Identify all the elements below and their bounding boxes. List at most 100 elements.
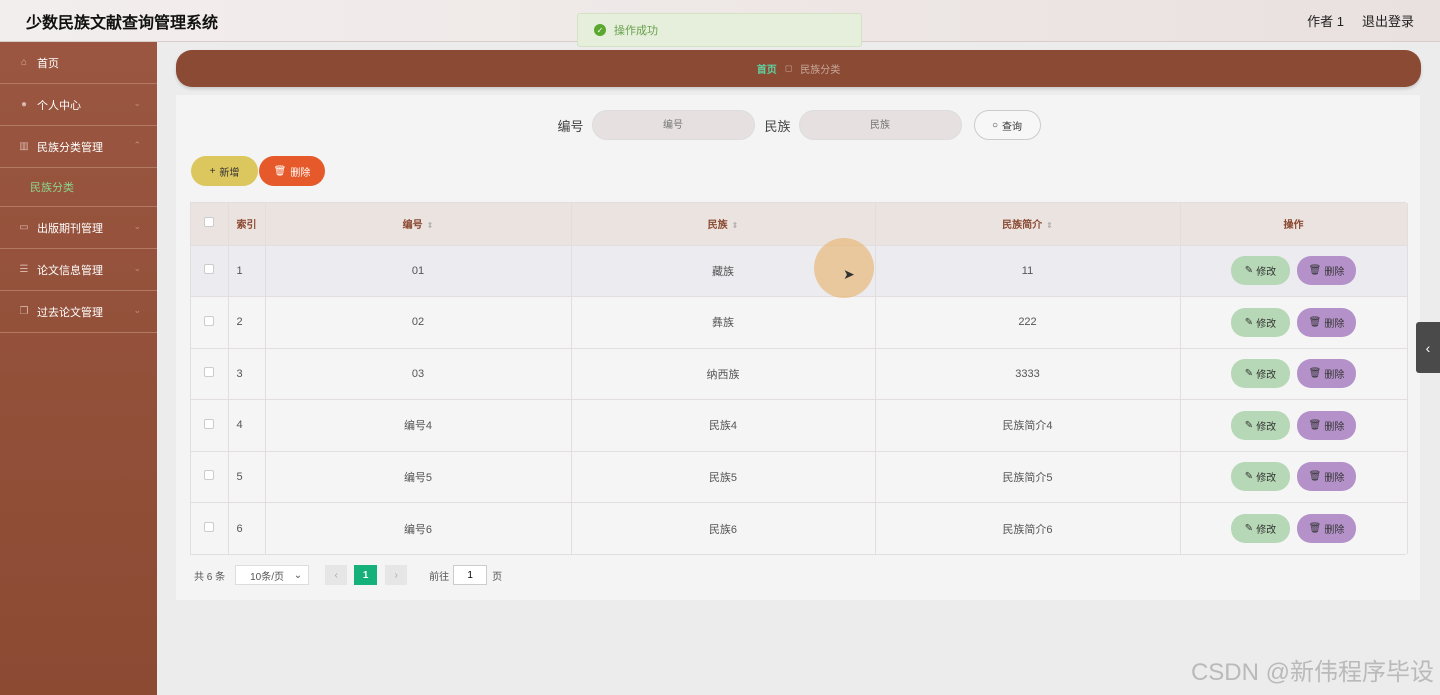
row-checkbox[interactable] bbox=[204, 418, 215, 429]
cell-code: 编号5 bbox=[265, 450, 572, 503]
cell-ethnic: 彝族 bbox=[571, 296, 876, 348]
cell-index: 4 bbox=[228, 399, 266, 451]
delete-button[interactable]: 🗑 删除 bbox=[1297, 307, 1356, 337]
delete-button-label: 删除 bbox=[1324, 370, 1345, 382]
prev-page-button[interactable]: ‹ bbox=[325, 565, 348, 585]
edit-button[interactable]: ✎ 修改 bbox=[1231, 256, 1290, 286]
cell-intro: 民族简介6 bbox=[875, 502, 1181, 554]
table-row[interactable]: 3 03 纳西族 3333 ✎ 修改 🗑 删除 bbox=[191, 347, 1408, 400]
sidebar-item-journal[interactable]: ▭ 出版期刊管理 ⌄ bbox=[0, 207, 157, 249]
cell-index: 3 bbox=[228, 347, 266, 400]
sidebar-item-ethnic-category[interactable]: ▥ 民族分类管理 ⌃ bbox=[0, 126, 157, 168]
home-icon: ⌂ bbox=[20, 57, 28, 68]
sidebar-subitem-ethnic-category[interactable]: 民族分类 bbox=[0, 168, 157, 207]
header-ethnic[interactable]: 民族 ⇕ bbox=[571, 203, 876, 245]
cell-ethnic: 民族4 bbox=[571, 399, 876, 451]
table-row[interactable]: 5 编号5 民族5 民族简介5 ✎ 修改 🗑 删除 bbox=[191, 450, 1408, 503]
cell-index: 6 bbox=[228, 502, 266, 554]
sliders-icon: ☰ bbox=[19, 264, 29, 275]
query-button[interactable]: ○ 查询 bbox=[973, 110, 1041, 140]
pencil-icon: ✎ bbox=[1244, 265, 1254, 277]
header-intro[interactable]: 民族简介 ⇕ bbox=[875, 203, 1181, 245]
table-row[interactable]: 2 02 彝族 222 ✎ 修改 🗑 删除 bbox=[191, 296, 1408, 348]
table-row[interactable]: 6 编号6 民族6 民族简介6 ✎ 修改 🗑 删除 bbox=[191, 502, 1408, 554]
delete-button-label: 删除 bbox=[1324, 318, 1345, 330]
edit-button[interactable]: ✎ 修改 bbox=[1231, 307, 1290, 337]
cell-ethnic: 民族6 bbox=[571, 502, 876, 554]
sort-icon[interactable]: ⇕ bbox=[427, 221, 434, 230]
ethnic-search-input[interactable] bbox=[798, 110, 962, 140]
edit-button-label: 修改 bbox=[1256, 318, 1277, 330]
sidebar: ⌂ 首页 ● 个人中心 ⌄ ▥ 民族分类管理 ⌃ 民族分类 ▭ 出版期刊管理 ⌄… bbox=[0, 42, 157, 695]
delete-button-label: 删除 bbox=[290, 167, 311, 179]
edit-button-label: 修改 bbox=[1256, 473, 1277, 485]
code-search-input[interactable] bbox=[591, 110, 755, 140]
sidebar-item-paper-info[interactable]: ☰ 论文信息管理 ⌄ bbox=[0, 249, 157, 291]
toast-message: 操作成功 bbox=[614, 25, 658, 37]
select-all-checkbox[interactable] bbox=[204, 217, 215, 228]
row-checkbox[interactable] bbox=[204, 470, 215, 481]
edit-button[interactable]: ✎ 修改 bbox=[1231, 462, 1290, 492]
sort-icon[interactable]: ⇕ bbox=[1046, 221, 1053, 230]
cell-ops: ✎ 修改 🗑 删除 bbox=[1180, 450, 1408, 503]
delete-button[interactable]: 🗑 删除 bbox=[1297, 359, 1356, 389]
card-icon: ▭ bbox=[19, 222, 29, 233]
sidebar-item-label: 首页 bbox=[37, 57, 59, 70]
cell-code: 02 bbox=[265, 296, 572, 348]
delete-button[interactable]: 🗑 删除 bbox=[1297, 410, 1356, 440]
trash-icon: 🗑 bbox=[1308, 471, 1322, 483]
sidebar-item-profile[interactable]: ● 个人中心 ⌄ bbox=[0, 84, 157, 126]
page-size-select[interactable]: 10条/页 ⌄ bbox=[235, 565, 310, 585]
table-row[interactable]: 4 编号4 民族4 民族简介4 ✎ 修改 🗑 删除 bbox=[191, 399, 1408, 451]
page-size-value: 10条/页 bbox=[250, 571, 285, 583]
page-number-button[interactable]: 1 bbox=[354, 565, 378, 585]
breadcrumb-separator-icon: ◻ bbox=[784, 63, 793, 73]
sidebar-item-label: 论文信息管理 bbox=[37, 264, 103, 277]
plus-icon: + bbox=[209, 165, 216, 177]
cell-ops: ✎ 修改 🗑 删除 bbox=[1180, 502, 1408, 554]
edit-button[interactable]: ✎ 修改 bbox=[1231, 514, 1290, 543]
pencil-icon: ✎ bbox=[1244, 368, 1254, 380]
trash-icon: 🗑 bbox=[1308, 368, 1322, 380]
add-button[interactable]: + 新增 bbox=[191, 156, 258, 186]
edit-button[interactable]: ✎ 修改 bbox=[1231, 410, 1290, 440]
delete-button[interactable]: 🗑 删除 bbox=[1297, 462, 1356, 492]
drawer-toggle-button[interactable]: ‹ bbox=[1416, 322, 1440, 373]
cell-code: 03 bbox=[265, 347, 572, 400]
batch-delete-button[interactable]: 🗑 删除 bbox=[259, 156, 325, 186]
header-code[interactable]: 编号 ⇕ bbox=[265, 203, 572, 245]
sort-icon[interactable]: ⇕ bbox=[732, 221, 739, 230]
goto-page-input[interactable] bbox=[453, 565, 488, 585]
row-checkbox[interactable] bbox=[204, 522, 215, 532]
row-select-cell bbox=[191, 502, 229, 554]
row-checkbox[interactable] bbox=[204, 315, 215, 326]
logout-link[interactable]: 退出登录 bbox=[1362, 11, 1414, 30]
chevron-up-icon: ⌃ bbox=[133, 140, 141, 150]
pencil-icon: ✎ bbox=[1244, 523, 1254, 534]
trash-icon: 🗑 bbox=[1308, 419, 1322, 431]
delete-button[interactable]: 🗑 删除 bbox=[1297, 256, 1356, 286]
delete-button-label: 删除 bbox=[1324, 267, 1345, 279]
sidebar-item-label: 个人中心 bbox=[37, 99, 81, 112]
pagination: 共 6 条 10条/页 ⌄ ‹ 1 › 前往 页 bbox=[194, 565, 502, 585]
check-circle-icon: ✓ bbox=[594, 24, 606, 36]
chart-icon: ▥ bbox=[19, 141, 29, 152]
delete-button[interactable]: 🗑 删除 bbox=[1297, 514, 1356, 543]
cell-ethnic: 纳西族 bbox=[571, 347, 876, 400]
trash-icon: 🗑 bbox=[1308, 523, 1322, 534]
sidebar-item-past-papers[interactable]: ❐ 过去论文管理 ⌄ bbox=[0, 291, 157, 333]
header-ethnic-label: 民族 bbox=[707, 220, 728, 232]
user-name[interactable]: 作者 1 bbox=[1307, 11, 1344, 30]
edit-button[interactable]: ✎ 修改 bbox=[1231, 359, 1290, 389]
chevron-down-icon: ⌄ bbox=[133, 98, 141, 108]
pencil-icon: ✎ bbox=[1244, 316, 1254, 328]
next-page-button[interactable]: › bbox=[385, 565, 408, 585]
cell-intro: 3333 bbox=[875, 347, 1181, 400]
row-checkbox[interactable] bbox=[204, 367, 215, 378]
sidebar-item-home[interactable]: ⌂ 首页 bbox=[0, 42, 157, 84]
breadcrumb-home[interactable]: 首页 bbox=[757, 61, 777, 76]
table-row[interactable]: 1 01 藏族 11 ✎ 修改 🗑 删除 bbox=[191, 244, 1408, 297]
select-all-cell bbox=[191, 203, 229, 245]
row-checkbox[interactable] bbox=[204, 264, 215, 275]
cell-index: 1 bbox=[228, 244, 266, 297]
